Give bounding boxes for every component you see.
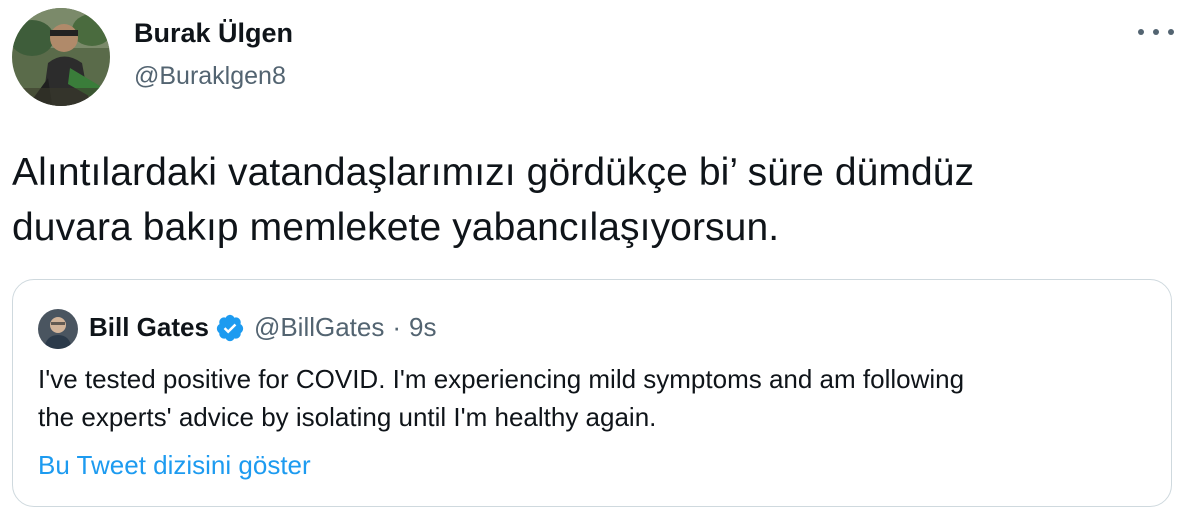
show-thread-link[interactable]: Bu Tweet dizisini göster xyxy=(38,450,311,481)
bill-gates-photo-icon xyxy=(38,309,78,349)
more-dot xyxy=(1138,29,1144,35)
quoted-tweet-text: I've tested positive for COVID. I'm expe… xyxy=(38,364,965,432)
avatar-photo-icon xyxy=(12,8,110,106)
quoted-author-name[interactable]: Bill Gates xyxy=(89,312,209,343)
more-dot xyxy=(1153,29,1159,35)
quoted-author-avatar[interactable] xyxy=(38,309,78,349)
separator-dot: · xyxy=(392,312,402,342)
more-options-icon[interactable] xyxy=(1138,20,1174,44)
author-display-name[interactable]: Burak Ülgen xyxy=(134,18,293,49)
tweet: Burak Ülgen @Buraklgen8 Alıntılardaki va… xyxy=(0,0,1200,529)
quoted-tweet-card[interactable]: Bill Gates @BillGates · 9s I've tested p… xyxy=(12,279,1172,507)
author-handle[interactable]: @Buraklgen8 xyxy=(134,62,286,91)
more-dot xyxy=(1168,29,1174,35)
author-avatar[interactable] xyxy=(12,8,110,106)
tweet-text: Alıntılardaki vatandaşlarımızı gördükçe … xyxy=(12,151,975,249)
verified-badge-icon xyxy=(215,313,245,343)
quoted-author-handle[interactable]: @BillGates xyxy=(254,312,384,343)
quoted-tweet-header: Bill Gates @BillGates · 9s xyxy=(89,312,437,343)
quoted-tweet-time[interactable]: 9s xyxy=(409,312,436,343)
